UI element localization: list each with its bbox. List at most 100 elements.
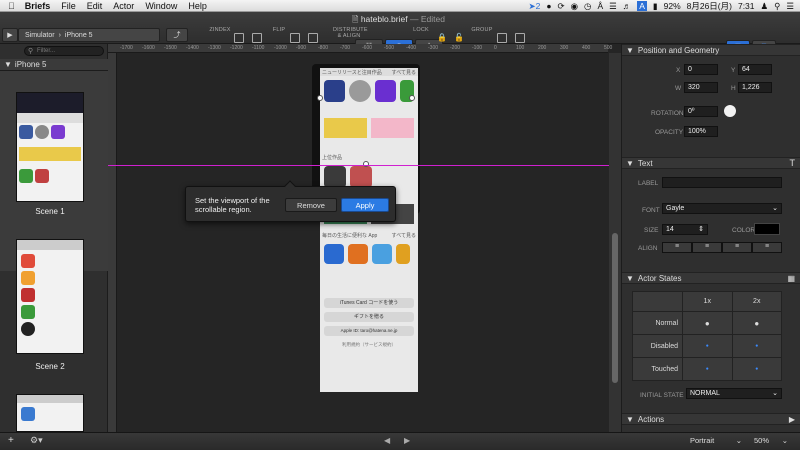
wifi-icon[interactable]: ☰ — [609, 1, 617, 12]
group-icon[interactable] — [497, 33, 507, 43]
horizontal-ruler: -1700 -1600 -1500 -1400 -1300 -1200 -1100 -1000… — [108, 44, 612, 53]
preview-section-3-more: すべて見る — [391, 233, 416, 239]
scene-1-thumbnail[interactable] — [16, 92, 84, 202]
state-touched-2x-dot[interactable]: ● — [731, 357, 782, 381]
lock-icon[interactable]: 🔒 — [437, 33, 447, 43]
label-field[interactable] — [662, 177, 782, 188]
viewport-guide-line[interactable] — [108, 165, 609, 166]
apple-icon[interactable]:  — [8, 1, 15, 11]
share-button[interactable]: ⤴ — [166, 28, 188, 42]
scene-3-thumbnail[interactable] — [16, 394, 84, 432]
unlock-icon[interactable]: 🔓 — [454, 33, 464, 43]
x-field[interactable]: 0 — [684, 64, 718, 75]
rotation-dial[interactable] — [724, 105, 736, 117]
menu-actor[interactable]: Actor — [113, 1, 134, 11]
ruler-tick-label: -1700 — [120, 45, 133, 51]
font-value: Gayle — [666, 205, 685, 212]
font-select[interactable]: Gayle ⌄ — [662, 203, 782, 214]
align-left-icon[interactable]: ≡ — [662, 242, 692, 253]
bring-forward-icon[interactable] — [234, 33, 244, 43]
preview-section-1-title: ニューリリースと注目作品 — [322, 70, 382, 76]
menu-file[interactable]: File — [61, 1, 76, 11]
menu-help[interactable]: Help — [188, 1, 207, 11]
ruler-tick-label: -1500 — [164, 45, 177, 51]
gear-icon[interactable]: ⚙▾ — [30, 435, 43, 446]
h-field[interactable]: 1,226 — [738, 82, 772, 93]
state-disabled-1x-dot[interactable]: ● — [682, 334, 733, 358]
play-button[interactable]: ▶ — [2, 28, 18, 42]
state-normal-2x-dot[interactable]: ● — [731, 311, 782, 335]
time-machine-icon[interactable]: ◷ — [584, 1, 591, 12]
y-field[interactable]: 64 — [738, 64, 772, 75]
flip-horizontal-icon[interactable] — [290, 33, 300, 43]
search-icon: ⚲ — [28, 48, 34, 55]
rotation-field[interactable]: 0º — [684, 106, 718, 117]
scrollable-region-preview[interactable]: ニューリリースと注目作品 すべて見る 上位作品 毎日の生活に便利な App すべ… — [320, 68, 418, 392]
state-normal-1x-dot[interactable]: ● — [682, 311, 733, 335]
initial-state-select[interactable]: NORMAL ⌄ — [686, 388, 782, 399]
vertical-scrollbar[interactable] — [609, 53, 621, 432]
orientation-select[interactable]: Portrait ⌄ — [690, 436, 742, 445]
battery-icon[interactable]: ▮ — [653, 1, 658, 12]
menu-edit[interactable]: Edit — [87, 1, 103, 11]
actor-states-section-header[interactable]: ▼ Actor States ▦ — [622, 272, 800, 284]
bluetooth-icon[interactable]: Å — [597, 1, 603, 11]
align-right-icon[interactable]: ≡ — [722, 242, 752, 253]
disclosure-triangle-icon: ▼ — [4, 60, 12, 69]
sync-icon[interactable]: ⟳ — [557, 1, 564, 12]
ruler-tick-label: 300 — [560, 45, 569, 51]
actions-section-header[interactable]: ▼ Actions ▶ — [622, 413, 800, 425]
spotlight-icon[interactable]: ⚲ — [774, 1, 780, 12]
preview-section-2-title: 上位作品 — [322, 155, 343, 161]
resize-handle-left[interactable] — [317, 95, 323, 101]
actions-menu-icon[interactable]: ▶ — [789, 415, 795, 424]
filter-input[interactable]: ⚲ Filter... — [24, 46, 104, 56]
ungroup-icon[interactable] — [515, 33, 525, 43]
menu-app[interactable]: Briefs — [25, 1, 51, 11]
add-scene-button[interactable]: + — [8, 435, 14, 446]
color-label: COLOR — [732, 227, 756, 234]
send-backward-icon[interactable] — [252, 33, 262, 43]
canvas[interactable]: -1700 -1600 -1500 -1400 -1300 -1200 -1100 -1000… — [108, 44, 621, 432]
device-label: iPhone 5 — [64, 31, 93, 39]
expand-icon[interactable]: ▦ — [787, 274, 795, 283]
next-scene-button[interactable]: ▶ — [404, 436, 410, 445]
flip-vertical-icon[interactable] — [308, 33, 318, 43]
menu-window[interactable]: Window — [145, 1, 177, 11]
chevron-down-icon: ⌄ — [772, 205, 778, 212]
align-center-icon[interactable]: ≡ — [692, 242, 722, 253]
resize-handle-bottom[interactable] — [363, 161, 369, 167]
toolbar: 🗎 hateblo.brief — Edited ▶ Simulator › i… — [0, 12, 800, 54]
notification-center-icon[interactable]: ☰ — [786, 1, 794, 12]
evernote-icon[interactable]: ● — [546, 1, 551, 11]
volume-icon[interactable]: ♬ — [623, 1, 632, 11]
menubar-time[interactable]: 7:31 — [738, 1, 755, 11]
apply-button[interactable]: Apply — [341, 198, 389, 212]
scene-1-label[interactable]: Scene 1 — [0, 207, 100, 216]
remove-button[interactable]: Remove — [285, 198, 337, 212]
zoom-select[interactable]: 50% ⌄ — [754, 436, 788, 445]
position-section-header[interactable]: ▼ Position and Geometry — [622, 44, 800, 56]
notification-icon[interactable]: ➤2 — [528, 1, 540, 12]
input-method-icon[interactable]: A — [637, 1, 647, 11]
align-justify-icon[interactable]: ≡ — [752, 242, 782, 253]
state-touched-1x-dot[interactable]: ● — [682, 357, 733, 381]
menubar-date[interactable]: 8月26日(月) — [687, 0, 732, 12]
w-field[interactable]: 320 — [684, 82, 718, 93]
scene-2-thumbnail[interactable] — [16, 239, 84, 354]
scene-2-label[interactable]: Scene 2 — [0, 362, 100, 371]
disk-icon[interactable]: ◉ — [571, 1, 578, 12]
previous-scene-button[interactable]: ◀ — [384, 436, 390, 445]
inspector-panel: ▼ Position and Geometry X 0 Y 64 W 320 H… — [621, 44, 800, 432]
text-section-header[interactable]: ▼ Text T — [622, 157, 800, 169]
resize-handle-right[interactable] — [409, 95, 415, 101]
size-field[interactable]: 14 ⇕ — [662, 224, 708, 235]
ruler-tick-label: -100 — [472, 45, 483, 51]
user-icon[interactable]: ♟ — [761, 1, 769, 12]
opacity-field[interactable]: 100% — [684, 126, 718, 137]
simulator-selector[interactable]: Simulator › iPhone 5 — [18, 28, 160, 42]
device-header[interactable]: ▼ iPhone 5 — [0, 59, 108, 71]
state-disabled-2x-dot[interactable]: ● — [731, 334, 782, 358]
scrollbar-thumb[interactable] — [612, 233, 618, 383]
text-color-well[interactable] — [754, 223, 780, 235]
